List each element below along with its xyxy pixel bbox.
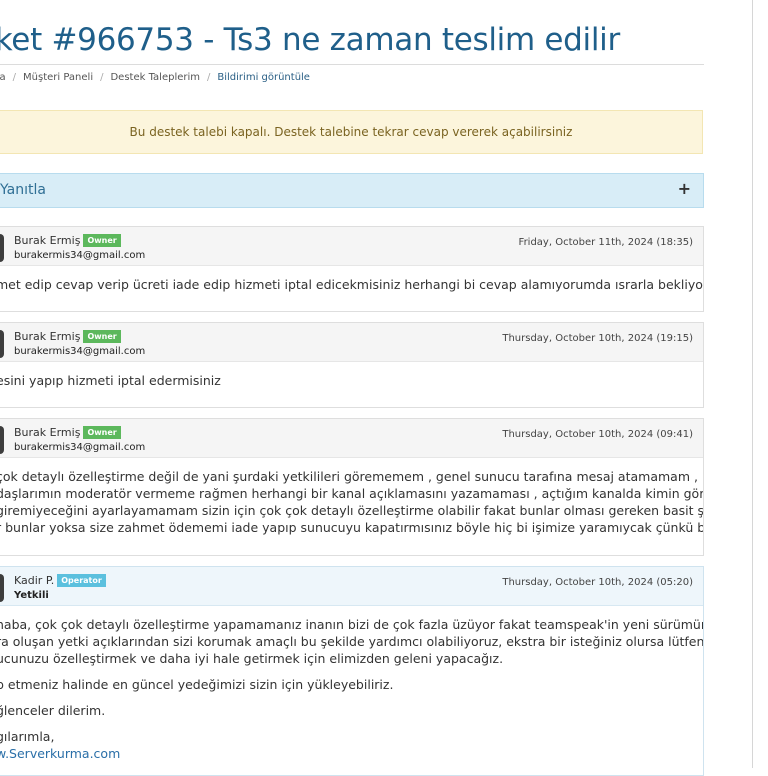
author-email: burakermis34@gmail.com bbox=[14, 250, 146, 261]
avatar bbox=[0, 330, 4, 358]
author-name: Burak Ermiş Owner bbox=[14, 234, 121, 247]
reply-label[interactable]: Yanıtla bbox=[0, 182, 46, 198]
avatar bbox=[0, 426, 4, 454]
message-line: daşlarımın moderatör vermeme rağmen herh… bbox=[0, 486, 703, 501]
owner-badge: Owner bbox=[83, 330, 121, 343]
message-line: giremiyeceğini ayarlayamamam sizin için … bbox=[0, 503, 703, 518]
author-email: burakermis34@gmail.com bbox=[14, 442, 146, 453]
message-header: Burak Ermiş Owner burakermis34@gmail.com … bbox=[0, 227, 703, 266]
message-date: Thursday, October 10th, 2024 (19:15) bbox=[502, 333, 693, 344]
message-line: çok detaylı özelleştirme değil de yani ş… bbox=[0, 469, 698, 484]
message-date: Thursday, October 10th, 2024 (09:41) bbox=[502, 429, 693, 440]
message-line: p etmeniz halinde en güncel yedeğimizi s… bbox=[0, 677, 394, 692]
author-name: Burak Ermiş Owner bbox=[14, 330, 121, 343]
page-edge bbox=[752, 0, 753, 768]
ticket-closed-alert: Bu destek talebi kapalı. Destek talebine… bbox=[0, 110, 703, 154]
avatar bbox=[0, 574, 4, 602]
operator-badge: Operator bbox=[57, 574, 106, 587]
ticket-message: Burak Ermiş Owner burakermis34@gmail.com … bbox=[0, 322, 704, 408]
message-line: ra oluşan yetki açıklarından sizi koruma… bbox=[0, 634, 703, 649]
breadcrumb-item-home[interactable]: fa bbox=[0, 72, 6, 83]
message-line: haba, çok çok detaylı özelleştirme yapam… bbox=[0, 617, 703, 632]
page-title: cket #966753 - Ts3 ne zaman teslim edili… bbox=[0, 22, 620, 58]
expand-plus-icon[interactable]: + bbox=[678, 179, 691, 198]
message-body: met edip cevap verip ücreti iade edip hi… bbox=[0, 266, 703, 293]
author-name: Kadir P. Operator bbox=[14, 574, 106, 587]
message-line: gılarımla, bbox=[0, 729, 55, 744]
breadcrumb-item-tickets[interactable]: Destek Taleplerim bbox=[110, 72, 200, 83]
ticket-message-staff: Kadir P. Operator Yetkili Thursday, Octob… bbox=[0, 566, 704, 776]
ticket-message: Burak Ermiş Owner burakermis34@gmail.com … bbox=[0, 226, 704, 312]
message-line: r bunlar yoksa size zahmet ödememi iade … bbox=[0, 520, 703, 535]
title-divider bbox=[0, 64, 704, 65]
message-line: met edip cevap verip ücreti iade edip hi… bbox=[0, 277, 703, 292]
message-header: Burak Ermiş Owner burakermis34@gmail.com … bbox=[0, 323, 703, 362]
website-link[interactable]: w.Serverkurma.com bbox=[0, 746, 120, 761]
message-header: Kadir P. Operator Yetkili Thursday, Octob… bbox=[0, 567, 703, 606]
author-name: Burak Ermiş Owner bbox=[14, 426, 121, 439]
message-date: Thursday, October 10th, 2024 (05:20) bbox=[502, 577, 693, 588]
author-role: Yetkili bbox=[14, 590, 49, 601]
breadcrumb-item-current: Bildirimi görüntüle bbox=[217, 72, 310, 83]
message-body: çok detaylı özelleştirme değil de yani ş… bbox=[0, 458, 703, 536]
message-body: esini yapıp hizmeti iptal edermisiniz bbox=[0, 362, 703, 389]
author-email: burakermis34@gmail.com bbox=[14, 346, 146, 357]
owner-badge: Owner bbox=[83, 234, 121, 247]
message-line: ğlenceler dilerim. bbox=[0, 703, 106, 718]
message-line: esini yapıp hizmeti iptal edermisiniz bbox=[0, 373, 221, 388]
breadcrumb: fa/Müşteri Paneli/Destek Taleplerim/Bild… bbox=[0, 72, 310, 83]
ticket-message: Burak Ermiş Owner burakermis34@gmail.com … bbox=[0, 418, 704, 556]
message-header: Burak Ermiş Owner burakermis34@gmail.com … bbox=[0, 419, 703, 458]
message-body: haba, çok çok detaylı özelleştirme yapam… bbox=[0, 606, 703, 762]
avatar bbox=[0, 234, 4, 262]
message-date: Friday, October 11th, 2024 (18:35) bbox=[518, 237, 693, 248]
owner-badge: Owner bbox=[83, 426, 121, 439]
message-line: ucunuzu özelleştirmek ve daha iyi hale g… bbox=[0, 651, 504, 666]
breadcrumb-item-client-panel[interactable]: Müşteri Paneli bbox=[23, 72, 93, 83]
reply-panel[interactable]: Yanıtla + bbox=[0, 173, 704, 208]
